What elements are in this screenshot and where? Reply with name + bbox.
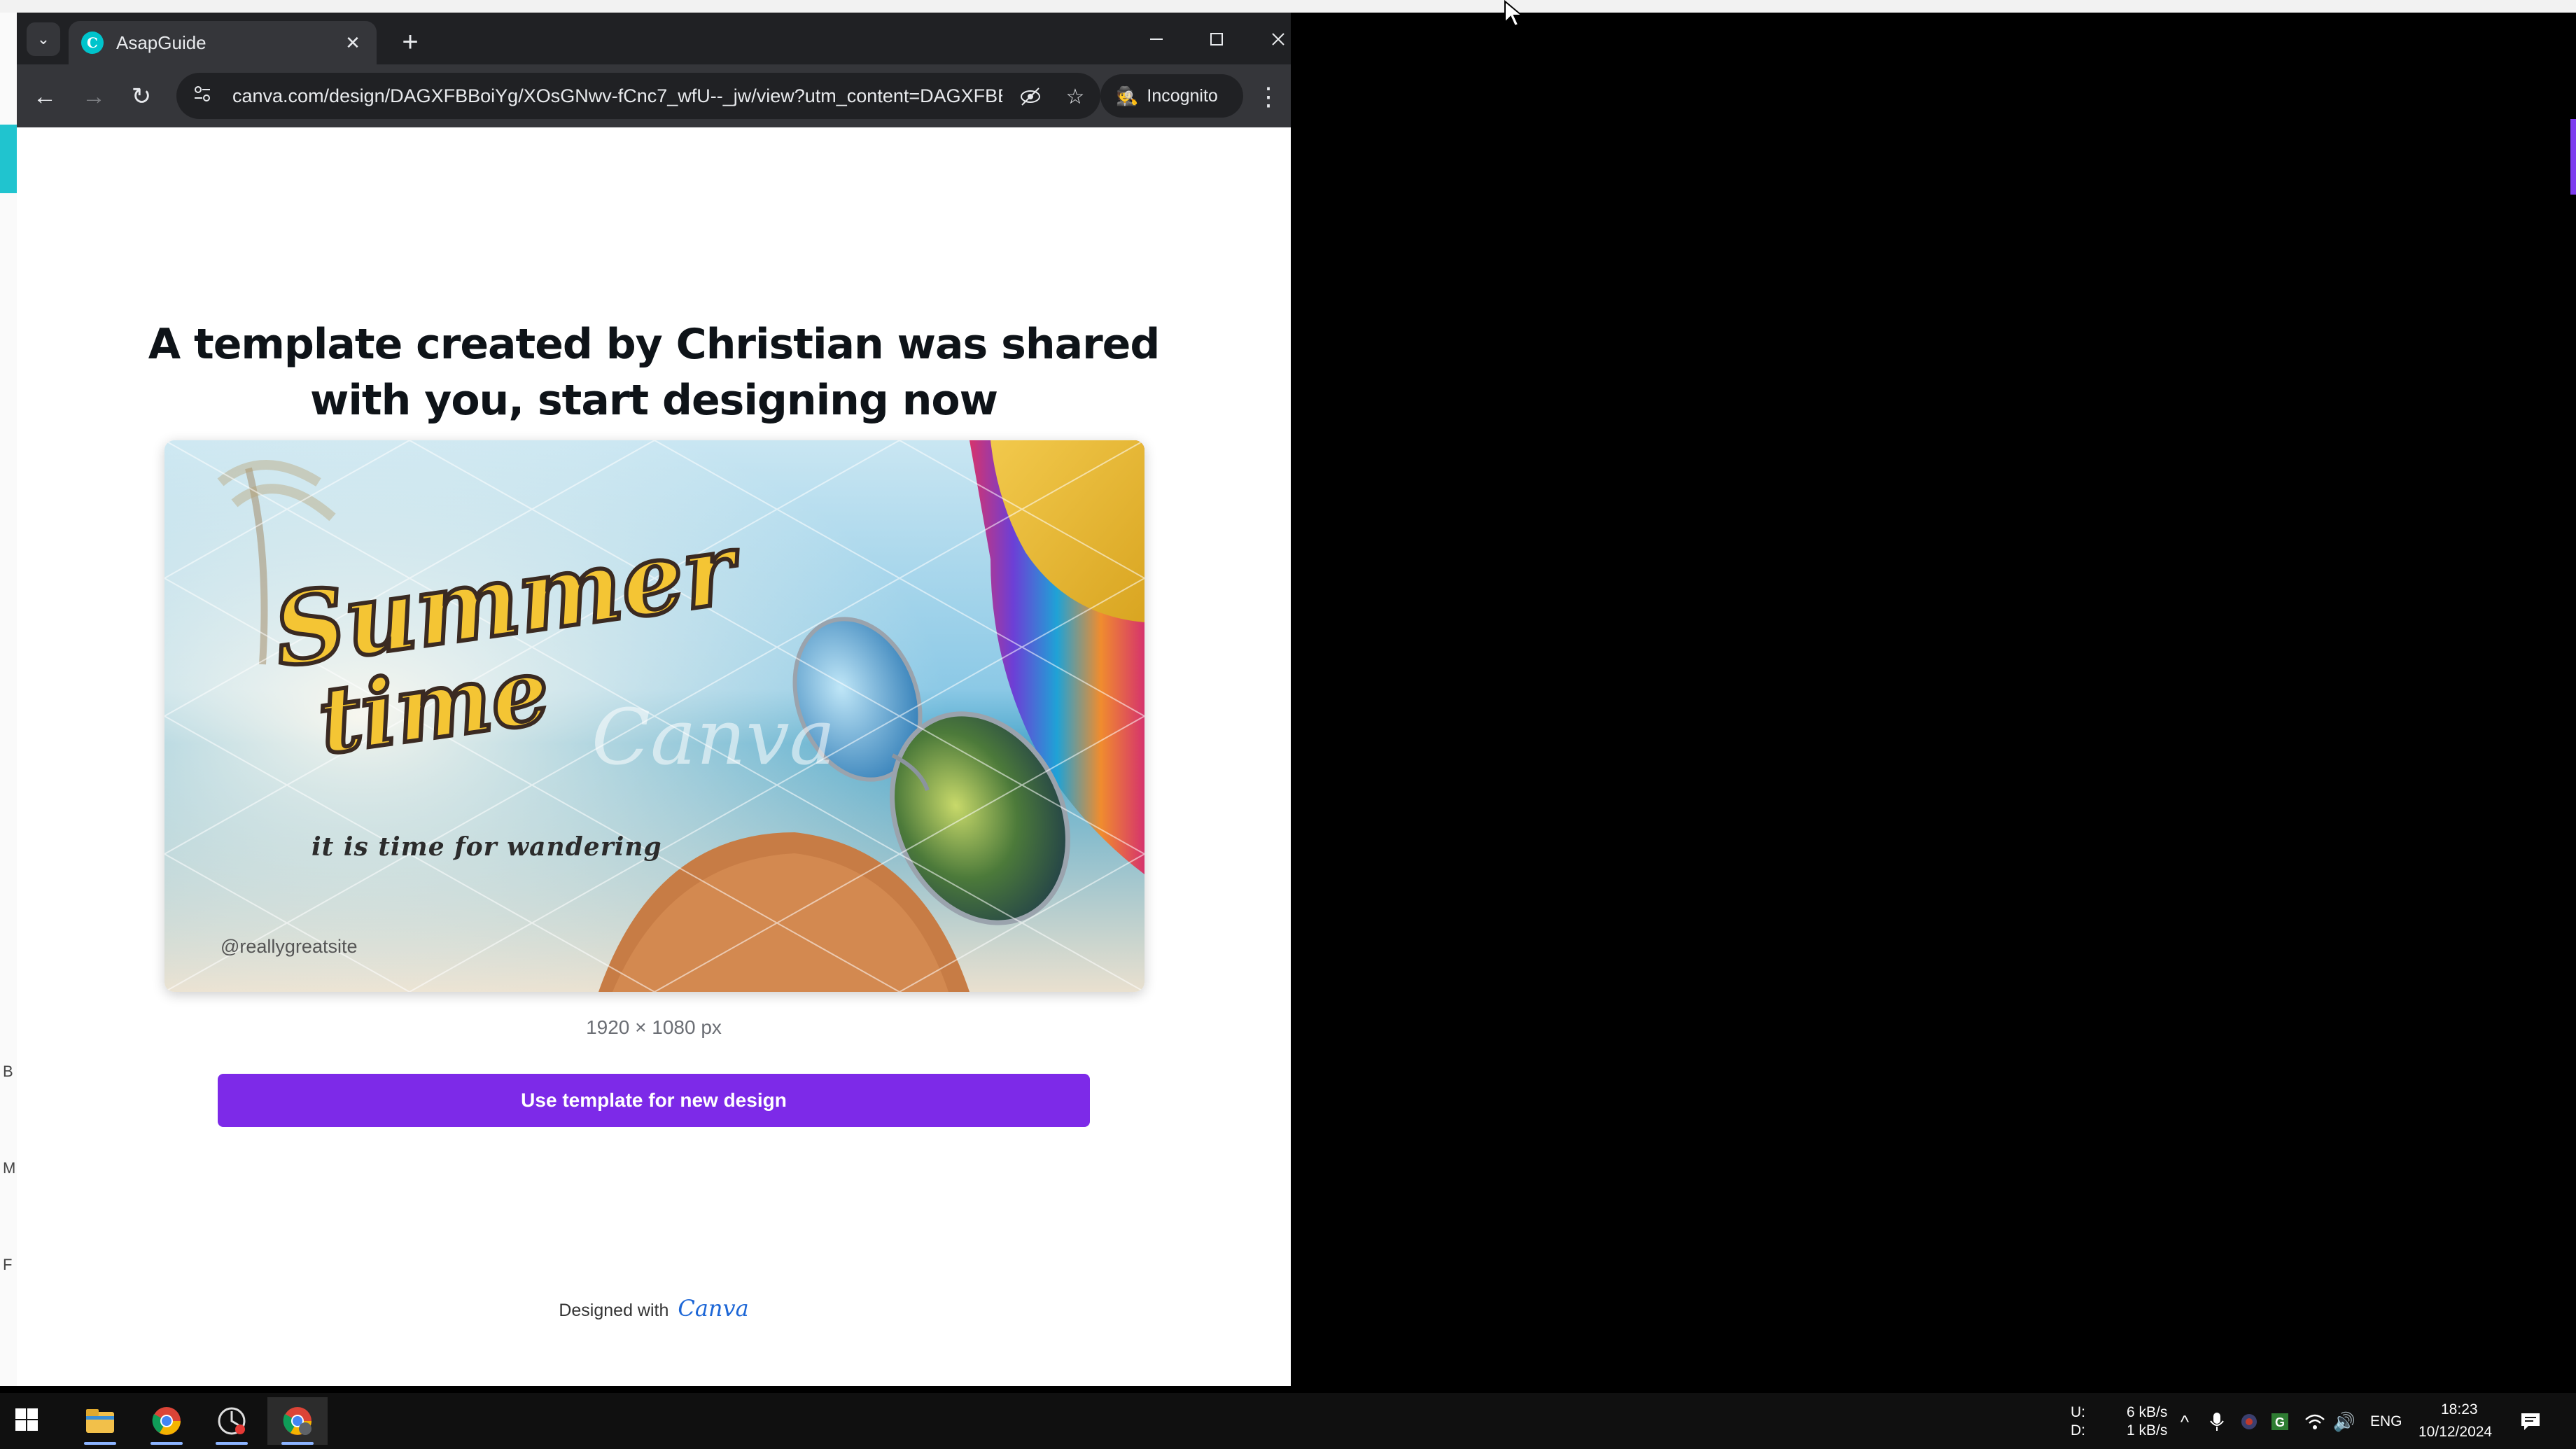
close-icon — [1272, 33, 1284, 46]
summer-time-title: Summer time — [265, 510, 744, 777]
browser-tab[interactable]: C AsapGuide ✕ — [69, 21, 377, 64]
clock-time[interactable]: 18:23 — [2441, 1401, 2478, 1418]
new-tab-button[interactable]: + — [395, 27, 426, 57]
taskbar-running-indicator — [150, 1442, 183, 1445]
nvidia-tray-icon[interactable]: G — [2268, 1410, 2292, 1434]
page-title: A template created by Christian was shar… — [87, 316, 1221, 428]
recorder-icon — [218, 1407, 246, 1435]
background-teal-accent — [0, 125, 17, 193]
template-tagline: it is time for wandering — [312, 832, 662, 862]
mouse-cursor-icon — [1504, 0, 1524, 27]
taskbar-recorder-app[interactable] — [202, 1397, 262, 1445]
back-arrow-icon: ← — [33, 83, 57, 110]
minimize-button[interactable] — [1135, 22, 1177, 56]
plus-icon: + — [402, 26, 419, 57]
taskbar: U: D: 6 kB/s 1 kB/s ^ G 🔊 ENG 18:23 10/1… — [0, 1393, 2576, 1449]
show-hidden-icons-chevron-icon[interactable]: ^ — [2173, 1410, 2197, 1434]
maximize-icon — [1210, 33, 1223, 46]
background-letter: B — [3, 1063, 13, 1080]
browser-title-bar: ⌄ C AsapGuide ✕ + — [17, 13, 1291, 64]
desktop-screen: B M F ⌄ C AsapGuide ✕ + ← → ↻ canva.com/… — [0, 0, 2576, 1449]
folder-icon — [86, 1409, 114, 1433]
minimize-icon — [1150, 38, 1163, 40]
browser-toolbar: ← → ↻ canva.com/design/DAGXFBBoiYg/XOsGN… — [17, 64, 1291, 127]
taskbar-running-indicator — [84, 1442, 116, 1445]
background-letter: M — [3, 1159, 16, 1177]
designed-with-canva[interactable]: Designed with Canva — [17, 1295, 1291, 1322]
svg-text:G: G — [2275, 1415, 2285, 1429]
footer-prefix: Designed with — [559, 1301, 669, 1320]
eye-slash-icon[interactable] — [1015, 81, 1046, 112]
taskbar-chrome-incognito[interactable] — [267, 1397, 328, 1445]
tab-title: AsapGuide — [116, 31, 206, 53]
windows-logo-icon — [15, 1408, 38, 1431]
close-tab-icon[interactable]: ✕ — [342, 32, 364, 54]
background-window-left-edge — [0, 13, 17, 1386]
close-window-button[interactable] — [1257, 22, 1299, 56]
page-content: A template created by Christian was shar… — [17, 127, 1291, 1386]
url-text: canva.com/design/DAGXFBBoiYg/XOsGNwv-fCn… — [232, 85, 1002, 106]
net-upload-label: U: — [2071, 1404, 2085, 1420]
template-preview-image[interactable]: Summer time Canva it is time for wanderi… — [164, 440, 1144, 992]
forward-arrow-icon: → — [82, 83, 106, 110]
app-tray-icon[interactable] — [2237, 1410, 2261, 1434]
background-window-top-strip — [0, 0, 2576, 13]
background-purple-accent — [2570, 119, 2576, 195]
net-download-speed: 1 kB/s — [2127, 1422, 2168, 1438]
canva-logo: Canva — [678, 1295, 749, 1322]
incognito-indicator[interactable]: 🕵 Incognito — [1100, 74, 1243, 118]
page-title-line: with you, start designing now — [309, 376, 998, 425]
chevron-down-icon: ⌄ — [36, 30, 50, 48]
browser-menu-button[interactable]: ⋮ — [1254, 80, 1282, 113]
address-bar[interactable]: canva.com/design/DAGXFBBoiYg/XOsGNwv-fCn… — [176, 73, 1100, 119]
site-settings-icon[interactable] — [192, 83, 220, 109]
chrome-icon — [283, 1407, 312, 1435]
net-download-label: D: — [2071, 1422, 2085, 1438]
taskbar-file-explorer[interactable] — [70, 1397, 130, 1445]
incognito-label: Incognito — [1147, 85, 1218, 106]
reload-icon: ↻ — [131, 83, 152, 110]
use-template-button[interactable]: Use template for new design — [218, 1074, 1090, 1127]
microphone-icon[interactable] — [2205, 1410, 2229, 1434]
maximize-button[interactable] — [1196, 22, 1238, 56]
canva-favicon-icon: C — [81, 31, 104, 54]
taskbar-chrome[interactable] — [136, 1397, 197, 1445]
incognito-icon: 🕵 — [1116, 85, 1139, 106]
forward-button[interactable]: → — [77, 80, 111, 113]
bookmark-star-icon[interactable]: ☆ — [1060, 81, 1091, 112]
kebab-menu-icon: ⋮ — [1256, 82, 1281, 111]
browser-window: ⌄ C AsapGuide ✕ + ← → ↻ canva.com/design… — [17, 13, 1291, 1386]
wifi-icon[interactable] — [2303, 1410, 2327, 1434]
reload-button[interactable]: ↻ — [125, 80, 158, 113]
taskbar-running-indicator — [281, 1442, 314, 1445]
net-upload-speed: 6 kB/s — [2127, 1404, 2168, 1420]
background-letter: F — [3, 1256, 13, 1273]
design-dimensions: 1920 × 1080 px — [586, 1016, 722, 1038]
back-button[interactable]: ← — [28, 80, 62, 113]
canva-watermark: Canva — [592, 692, 836, 782]
language-indicator[interactable]: ENG — [2370, 1413, 2402, 1430]
start-button[interactable] — [14, 1407, 42, 1435]
template-handle: @reallygreatsite — [220, 936, 358, 957]
clock-date[interactable]: 10/12/2024 — [2418, 1424, 2492, 1441]
volume-icon[interactable]: 🔊 — [2332, 1410, 2356, 1434]
chrome-icon — [152, 1407, 181, 1435]
page-title-line: A template created by Christian was shar… — [148, 320, 1161, 369]
tab-search-button[interactable]: ⌄ — [27, 22, 60, 56]
taskbar-running-indicator — [216, 1442, 248, 1445]
notifications-icon[interactable] — [2519, 1410, 2542, 1434]
